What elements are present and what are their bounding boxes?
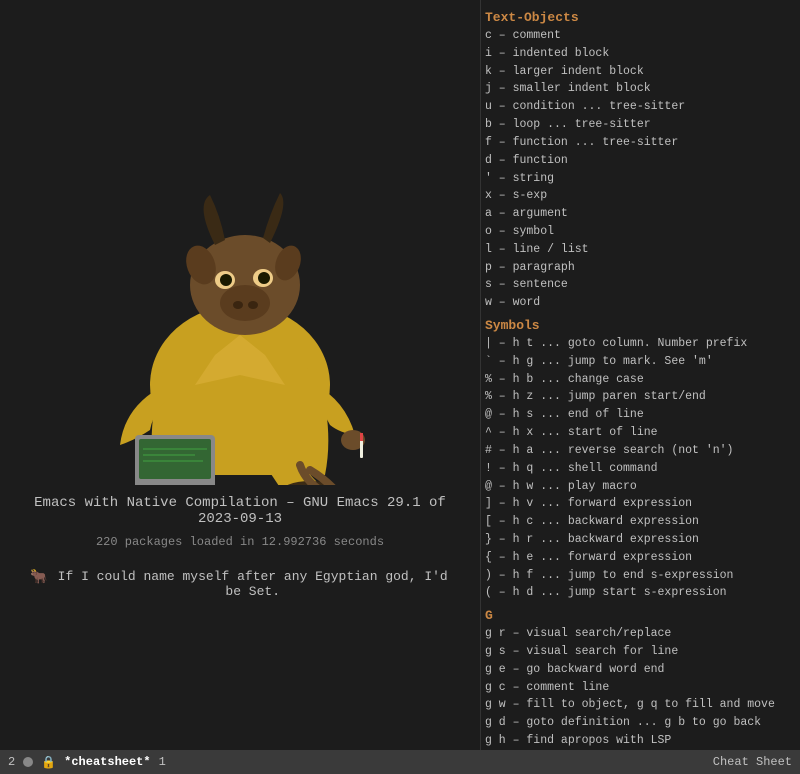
item-line-symbols-0: | – h t ... goto column. Number prefix xyxy=(485,335,792,353)
item-line-text-objects-11: o – symbol xyxy=(485,223,792,241)
item-line-text-objects-14: s – sentence xyxy=(485,276,792,294)
item-line-text-objects-15: w – word xyxy=(485,294,792,312)
status-bar: 2 🔒 *cheatsheet* 1 Cheat Sheet xyxy=(0,750,800,774)
item-line-symbols-7: ! – h q ... shell command xyxy=(485,460,792,478)
item-line-symbols-5: ^ – h x ... start of line xyxy=(485,424,792,442)
section-header-symbols: Symbols xyxy=(485,318,792,333)
section-header-text-objects: Text-Objects xyxy=(485,10,792,25)
item-line-symbols-6: # – h a ... reverse search (not 'n') xyxy=(485,442,792,460)
gnu-mascot xyxy=(80,175,400,495)
item-line-g-4: g w – fill to object, g q to fill and mo… xyxy=(485,696,792,714)
item-line-text-objects-9: x – s-exp xyxy=(485,187,792,205)
status-lock-icon: 🔒 xyxy=(41,755,56,770)
item-line-symbols-13: ) – h f ... jump to end s-expression xyxy=(485,567,792,585)
item-line-text-objects-4: u – condition ... tree-sitter xyxy=(485,98,792,116)
status-filename: *cheatsheet* xyxy=(64,755,150,769)
item-line-g-5: g d – goto definition ... g b to go back xyxy=(485,714,792,732)
status-number: 2 xyxy=(8,755,15,769)
item-line-g-0: g r – visual search/replace xyxy=(485,625,792,643)
item-line-symbols-3: % – h z ... jump paren start/end xyxy=(485,388,792,406)
right-panel[interactable]: Text-Objects c – comment i – indented bl… xyxy=(480,0,800,774)
item-line-symbols-12: { – h e ... forward expression xyxy=(485,549,792,567)
item-line-text-objects-5: b – loop ... tree-sitter xyxy=(485,116,792,134)
status-mode: Cheat Sheet xyxy=(713,755,792,769)
item-line-symbols-10: [ – h c ... backward expression xyxy=(485,513,792,531)
item-line-text-objects-3: j – smaller indent block xyxy=(485,80,792,98)
item-line-text-objects-10: a – argument xyxy=(485,205,792,223)
quote-text: If I could name myself after any Egyptia… xyxy=(55,569,450,599)
emacs-title: Emacs with Native Compilation – GNU Emac… xyxy=(20,495,460,527)
item-line-text-objects-2: k – larger indent block xyxy=(485,63,792,81)
item-line-text-objects-13: p – paragraph xyxy=(485,259,792,277)
quote-line: 🐂 If I could name myself after any Egypt… xyxy=(30,569,450,599)
item-line-symbols-14: ( – h d ... jump start s-expression xyxy=(485,584,792,602)
section-header-g: G xyxy=(485,608,792,623)
item-line-symbols-8: @ – h w ... play macro xyxy=(485,478,792,496)
item-line-text-objects-8: ' – string xyxy=(485,170,792,188)
item-line-symbols-2: % – h b ... change case xyxy=(485,371,792,389)
quote-icon: 🐂 xyxy=(30,569,47,586)
item-line-text-objects-0: c – comment xyxy=(485,27,792,45)
item-line-g-2: g e – go backward word end xyxy=(485,661,792,679)
item-line-text-objects-6: f – function ... tree-sitter xyxy=(485,134,792,152)
item-line-g-3: g c – comment line xyxy=(485,679,792,697)
status-buffer-num: 1 xyxy=(159,755,166,769)
item-line-text-objects-12: l – line / list xyxy=(485,241,792,259)
item-line-text-objects-1: i – indented block xyxy=(485,45,792,63)
left-panel: Emacs with Native Compilation – GNU Emac… xyxy=(0,0,480,774)
item-line-symbols-9: ] – h v ... forward expression xyxy=(485,495,792,513)
item-line-symbols-4: @ – h s ... end of line xyxy=(485,406,792,424)
packages-subtitle: 220 packages loaded in 12.992736 seconds xyxy=(96,535,384,549)
item-line-g-1: g s – visual search for line xyxy=(485,643,792,661)
status-dot xyxy=(23,757,33,767)
item-line-symbols-11: } – h r ... backward expression xyxy=(485,531,792,549)
item-line-symbols-1: ` – h g ... jump to mark. See 'm' xyxy=(485,353,792,371)
item-line-g-6: g h – find apropos with LSP xyxy=(485,732,792,750)
item-line-text-objects-7: d – function xyxy=(485,152,792,170)
